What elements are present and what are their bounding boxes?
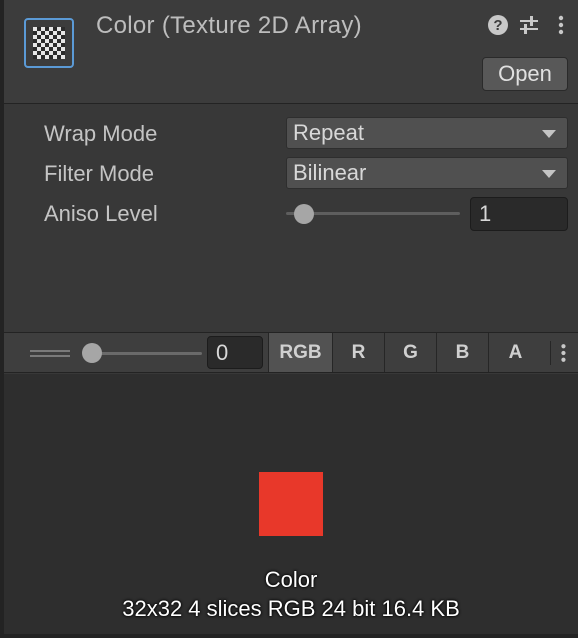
aniso-level-slider-thumb[interactable] [294,204,314,224]
mip-slider-track[interactable] [90,352,202,355]
bottom-divider [4,634,578,638]
aniso-level-label: Aniso Level [44,201,158,226]
texture-preview: Color 32x32 4 slices RGB 24 bit 16.4 KB [4,374,578,638]
texture-preview-swatch [259,472,323,536]
help-icon[interactable]: ? [488,15,508,35]
channel-a-button[interactable]: A [488,333,542,372]
wrap-mode-value: Repeat [293,120,364,145]
texture-checker-icon [24,18,74,68]
dropdown-arrow-icon [542,130,556,138]
wrap-mode-dropdown[interactable]: Repeat [286,117,568,149]
open-button[interactable]: Open [482,57,568,91]
preview-kebab-icon[interactable] [550,341,574,365]
drag-handle-icon[interactable] [30,350,70,357]
asset-title: Color (Texture 2D Array) [96,12,362,39]
channel-r-button[interactable]: R [332,333,384,372]
kebab-menu-icon[interactable] [550,14,572,36]
channel-b-button[interactable]: B [436,333,488,372]
filter-mode-label: Filter Mode [44,161,155,186]
preset-sliders-icon[interactable] [518,14,540,36]
mip-level-field[interactable]: 0 [207,336,263,369]
channel-rgb-button[interactable]: RGB [268,333,332,372]
preview-asset-name: Color [264,567,318,592]
channel-g-button[interactable]: G [384,333,436,372]
checker-pattern [33,27,65,59]
filter-mode-value: Bilinear [293,160,367,185]
wrap-mode-label: Wrap Mode [44,121,158,146]
mip-slider-thumb[interactable] [82,343,102,363]
header-icons: ? [488,14,572,36]
inspector-header: Color (Texture 2D Array) ? Open [4,0,578,104]
filter-mode-dropdown[interactable]: Bilinear [286,157,568,189]
dropdown-arrow-icon [542,170,556,178]
preview-toolbar: 0 RGB R G B A [4,332,578,373]
aniso-level-field[interactable]: 1 [470,197,568,231]
texture-properties: Wrap Mode Repeat Filter Mode Bilinear An… [4,105,578,331]
preview-asset-info: 32x32 4 slices RGB 24 bit 16.4 KB [122,596,460,621]
